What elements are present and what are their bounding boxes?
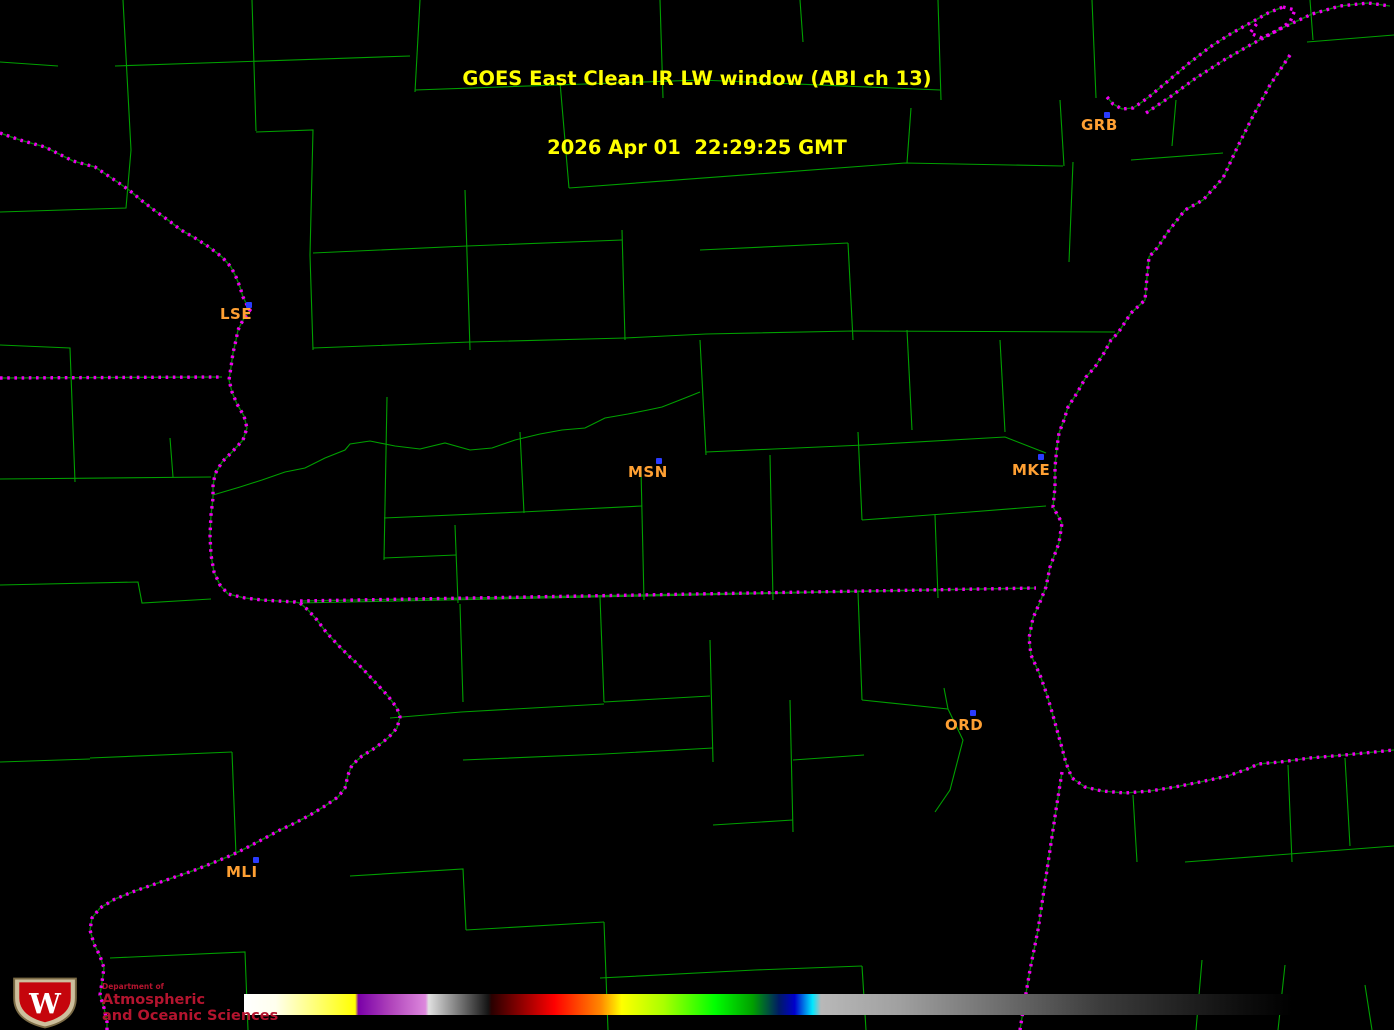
uw-aos-logo: W Department of Atmospheric and Oceanic …	[6, 976, 278, 1030]
crest-letter: W	[28, 986, 62, 1020]
station-label: MKE	[1012, 461, 1051, 479]
logo-line1: Atmospheric	[102, 992, 206, 1008]
logo-dept-line: Department of	[102, 982, 164, 991]
satellite-map-view: GOES East Clean IR LW window (ABI ch 13)…	[0, 0, 1394, 1030]
logo-text: Department of Atmospheric and Oceanic Sc…	[102, 982, 278, 1024]
station-label: ORD	[945, 716, 984, 734]
uw-crest-icon: W	[13, 977, 77, 1029]
station-label: MSN	[628, 463, 668, 481]
colorbar	[244, 994, 1293, 1015]
logo-line2: and Oceanic Sciences	[102, 1008, 279, 1024]
map-title: GOES East Clean IR LW window (ABI ch 13)…	[0, 21, 1394, 205]
station-label: MLI	[226, 863, 258, 881]
title-line2: 2026 Apr 01 22:29:25 GMT	[547, 136, 847, 159]
title-line1: GOES East Clean IR LW window (ABI ch 13)	[462, 67, 932, 90]
station-label: LSE	[220, 305, 253, 323]
station-dot	[1038, 454, 1044, 460]
